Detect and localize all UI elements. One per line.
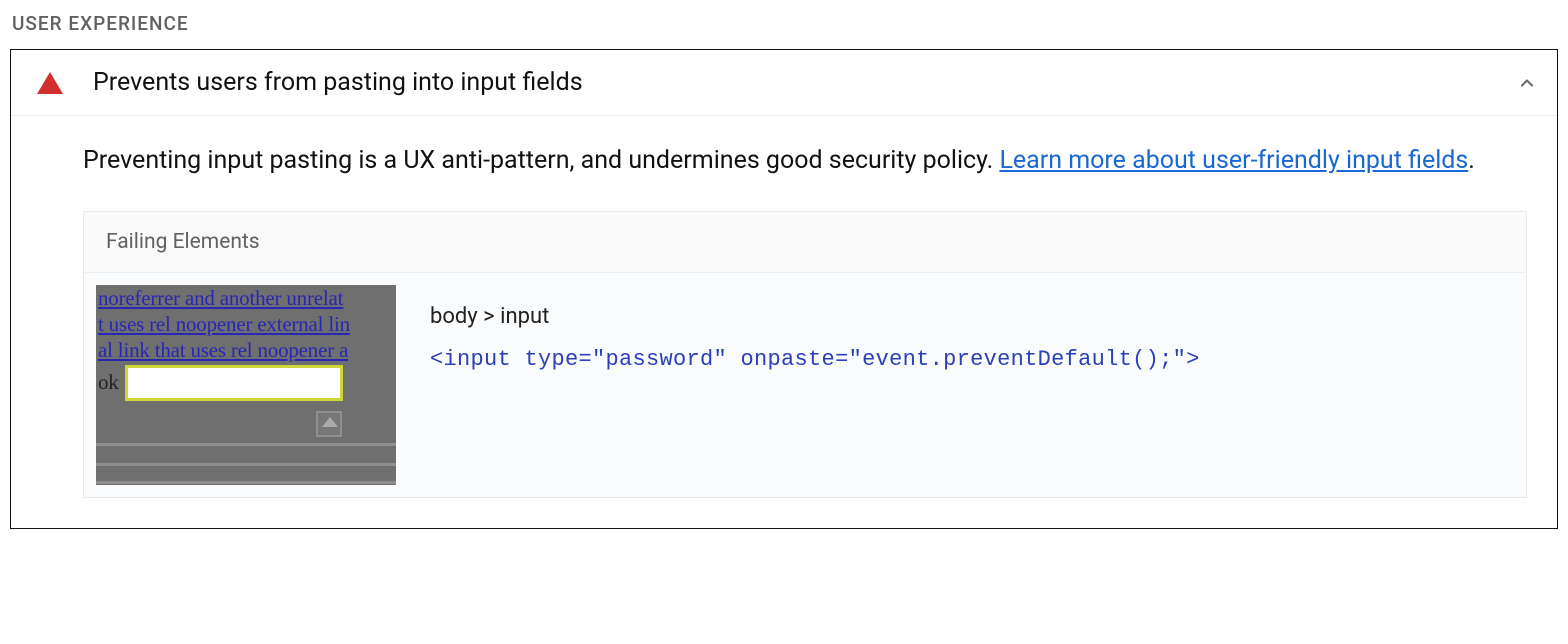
thumb-link-text: noreferrer and another unrelat bbox=[96, 285, 396, 311]
audit-card: Prevents users from pasting into input f… bbox=[10, 49, 1558, 529]
category-label: USER EXPERIENCE bbox=[12, 12, 1558, 35]
description-suffix: . bbox=[1468, 146, 1475, 175]
thumb-grid bbox=[96, 405, 396, 485]
table-header: Failing Elements bbox=[84, 212, 1526, 273]
audit-body: Preventing input pasting is a UX anti-pa… bbox=[11, 116, 1557, 528]
node-path: body > input bbox=[430, 297, 1200, 337]
chevron-up-icon bbox=[1517, 73, 1537, 93]
thumb-ok-label: ok bbox=[96, 369, 119, 395]
thumb-link-text: al link that uses rel noopener a bbox=[96, 337, 396, 363]
learn-more-link[interactable]: Learn more about user-friendly input fie… bbox=[999, 146, 1468, 175]
audit-header[interactable]: Prevents users from pasting into input f… bbox=[11, 50, 1557, 116]
description-text: Preventing input pasting is a UX anti-pa… bbox=[83, 146, 999, 175]
node-snippet: <input type="password" onpaste="event.pr… bbox=[430, 340, 1200, 380]
audit-title: Prevents users from pasting into input f… bbox=[93, 68, 1517, 97]
element-details: body > input <input type="password" onpa… bbox=[430, 285, 1200, 380]
audit-description: Preventing input pasting is a UX anti-pa… bbox=[83, 142, 1527, 181]
failing-elements-table: Failing Elements noreferrer and another … bbox=[83, 211, 1527, 498]
broken-image-icon bbox=[316, 411, 342, 437]
table-row: noreferrer and another unrelat t uses re… bbox=[84, 273, 1526, 497]
fail-triangle-icon bbox=[37, 72, 63, 94]
thumb-highlighted-input bbox=[125, 365, 343, 401]
element-thumbnail: noreferrer and another unrelat t uses re… bbox=[96, 285, 396, 485]
thumb-link-text: t uses rel noopener external lin bbox=[96, 311, 396, 337]
